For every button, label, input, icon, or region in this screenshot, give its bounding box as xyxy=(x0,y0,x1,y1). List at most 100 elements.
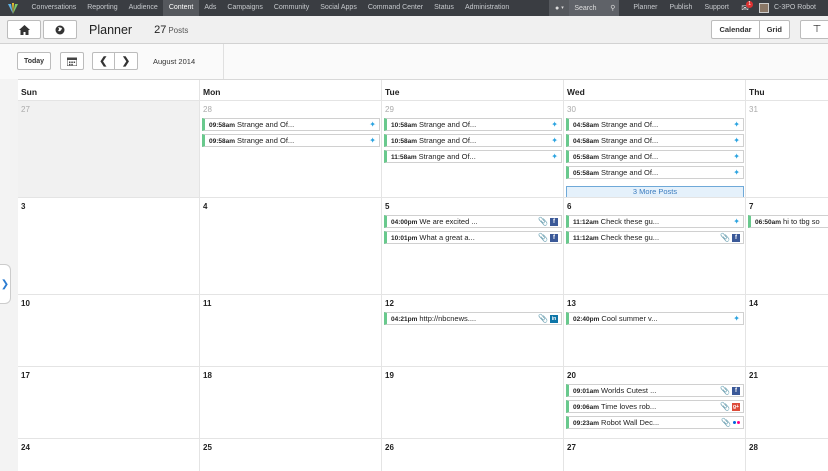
logo-icon xyxy=(8,3,18,14)
filter-button[interactable]: ⊤ xyxy=(800,20,828,39)
day-cell[interactable]: 27 xyxy=(564,439,746,471)
day-cell[interactable]: 28 09:58am Strange and Of... ✦ 09:58am Strang… xyxy=(200,101,382,197)
post-item[interactable]: 09:06am Time loves rob... 📎 g+ xyxy=(566,400,744,413)
post-item[interactable]: 09:01am Worlds Cutest ... 📎 f xyxy=(566,384,744,397)
nav-item-planner[interactable]: Planner xyxy=(627,0,663,16)
day-cell[interactable]: 25 xyxy=(200,439,382,471)
nav-item-administration[interactable]: Administration xyxy=(459,0,514,16)
nav-item-community[interactable]: Community xyxy=(268,0,314,16)
post-time: 10:58am xyxy=(391,138,418,145)
day-cell[interactable]: 12 04:21pm http://nbcnews.... 📎 in xyxy=(382,295,564,366)
day-cell[interactable]: 13 02:40pm Cool summer v... ✦ xyxy=(564,295,746,366)
calendar-view-button[interactable]: Calendar xyxy=(711,20,760,39)
day-cell[interactable]: 10 xyxy=(18,295,200,366)
nav-item-content[interactable]: Content xyxy=(163,0,199,16)
post-text: hi to tbg so xyxy=(783,217,820,226)
day-cell[interactable]: 30 04:58am Strange and Of... ✦ 04:58am Strang… xyxy=(564,101,746,198)
post-item[interactable]: 05:58am Strange and Of... ✦ xyxy=(566,150,744,163)
notifications-button[interactable]: ✉ 1 xyxy=(735,0,755,16)
post-item[interactable]: 10:58am Strange and Of... ✦ xyxy=(384,118,562,131)
post-time: 06:50am xyxy=(755,219,782,226)
post-item[interactable]: 09:23am Robot Wall Dec... 📎 xyxy=(566,416,744,429)
nav-item-publish[interactable]: Publish xyxy=(663,0,698,16)
nav-item-ads[interactable]: Ads xyxy=(199,0,222,16)
nav-item-audience[interactable]: Audience xyxy=(123,0,163,16)
day-number: 11 xyxy=(203,299,212,308)
post-item[interactable]: 11:58am Strange and Of... ✦ xyxy=(384,150,562,163)
post-item[interactable]: 02:40pm Cool summer v... ✦ xyxy=(566,312,744,325)
user-menu-button[interactable]: ● ▾ xyxy=(549,0,570,16)
day-cell[interactable]: 5 04:00pm We are excited ... 📎 f 10:01pm What … xyxy=(382,198,564,294)
twitter-icon: ✦ xyxy=(551,120,558,129)
nav-item-command-center[interactable]: Command Center xyxy=(362,0,428,16)
avatar[interactable] xyxy=(758,3,769,13)
previous-month-button[interactable]: ❮ xyxy=(92,52,115,70)
post-item[interactable]: 09:58am Strange and Of... ✦ xyxy=(202,118,380,131)
calendar-grid: Sun Mon Tue Wed Thu 27 28 09:58am Strange and Of… xyxy=(18,79,828,471)
day-cell[interactable]: 3 xyxy=(18,198,200,294)
nav-item-support[interactable]: Support xyxy=(698,0,735,16)
post-text: Worlds Cutest ... xyxy=(601,386,657,395)
paperclip-icon: 📎 xyxy=(720,402,730,411)
nav-item-conversations[interactable]: Conversations xyxy=(26,0,82,16)
twitter-icon: ✦ xyxy=(369,120,376,129)
grid-view-button[interactable]: Grid xyxy=(759,20,790,39)
day-cell[interactable]: 21 xyxy=(746,367,828,438)
post-item[interactable]: 11:12am Check these gu... 📎 f xyxy=(566,231,744,244)
today-button[interactable]: Today xyxy=(17,52,51,70)
nav-item-social-apps[interactable]: Social Apps xyxy=(315,0,363,16)
sidebar-toggle[interactable]: ❯ xyxy=(0,264,11,304)
post-network-icons: ✦ xyxy=(733,313,740,324)
day-cell[interactable]: 31 xyxy=(746,101,828,197)
post-text: Strange and Of... xyxy=(601,168,659,177)
day-cell[interactable]: 19 xyxy=(382,367,564,438)
app-logo[interactable] xyxy=(0,0,26,16)
day-cell[interactable]: 7 06:50am hi to tbg so xyxy=(746,198,828,294)
day-cell[interactable]: 6 11:12am Check these gu... ✦ 11:12am Check t… xyxy=(564,198,746,294)
day-cell[interactable]: 24 xyxy=(18,439,200,471)
day-cell[interactable]: 14 xyxy=(746,295,828,366)
post-item[interactable]: 04:21pm http://nbcnews.... 📎 in xyxy=(384,312,562,325)
post-network-icons: ✦ xyxy=(551,119,558,130)
day-header-tue: Tue xyxy=(382,80,564,100)
globe-button[interactable] xyxy=(43,20,77,39)
day-number: 14 xyxy=(749,299,758,308)
search-input[interactable]: Search ⚲ xyxy=(569,0,620,16)
post-item[interactable]: 06:50am hi to tbg so xyxy=(748,215,828,228)
day-cell[interactable]: 17 xyxy=(18,367,200,438)
day-cell[interactable]: 11 xyxy=(200,295,382,366)
post-item[interactable]: 05:58am Strange and Of... ✦ xyxy=(566,166,744,179)
day-cell[interactable]: 27 xyxy=(18,101,200,197)
day-cell[interactable]: 20 09:01am Worlds Cutest ... 📎 f 09:06am Time … xyxy=(564,367,746,438)
nav-item-status[interactable]: Status xyxy=(429,0,460,16)
nav-item-campaigns[interactable]: Campaigns xyxy=(222,0,268,16)
filter-icon: ⊤ xyxy=(812,24,822,35)
chevron-right-icon: ❯ xyxy=(121,55,131,67)
day-cell[interactable]: 18 xyxy=(200,367,382,438)
day-cell[interactable]: 4 xyxy=(200,198,382,294)
post-item[interactable]: 10:01pm What a great a... 📎 f xyxy=(384,231,562,244)
post-network-icons: 📎 f xyxy=(538,216,558,227)
post-time: 05:58am xyxy=(573,154,600,161)
day-cell[interactable]: 28 xyxy=(746,439,828,471)
day-cell[interactable]: 26 xyxy=(382,439,564,471)
post-time: 04:00pm xyxy=(391,219,418,226)
post-item[interactable]: 09:58am Strange and Of... ✦ xyxy=(202,134,380,147)
day-number: 17 xyxy=(21,371,30,380)
post-item[interactable]: 11:12am Check these gu... ✦ xyxy=(566,215,744,228)
day-cell[interactable]: 29 10:58am Strange and Of... ✦ 10:58am Strang… xyxy=(382,101,564,197)
post-time: 09:58am xyxy=(209,122,236,129)
nav-item-reporting[interactable]: Reporting xyxy=(82,0,123,16)
post-item[interactable]: 04:58am Strange and Of... ✦ xyxy=(566,118,744,131)
day-number: 31 xyxy=(749,105,758,114)
user-name[interactable]: C-3PO Robot xyxy=(769,0,828,16)
home-button[interactable] xyxy=(7,20,41,39)
next-month-button[interactable]: ❯ xyxy=(115,52,138,70)
facebook-icon: f xyxy=(732,386,740,395)
post-text: Check these gu... xyxy=(600,233,660,242)
date-picker-button[interactable] xyxy=(60,52,84,70)
post-item[interactable]: 04:58am Strange and Of... ✦ xyxy=(566,134,744,147)
post-item[interactable]: 10:58am Strange and Of... ✦ xyxy=(384,134,562,147)
twitter-icon: ✦ xyxy=(733,168,740,177)
post-item[interactable]: 04:00pm We are excited ... 📎 f xyxy=(384,215,562,228)
